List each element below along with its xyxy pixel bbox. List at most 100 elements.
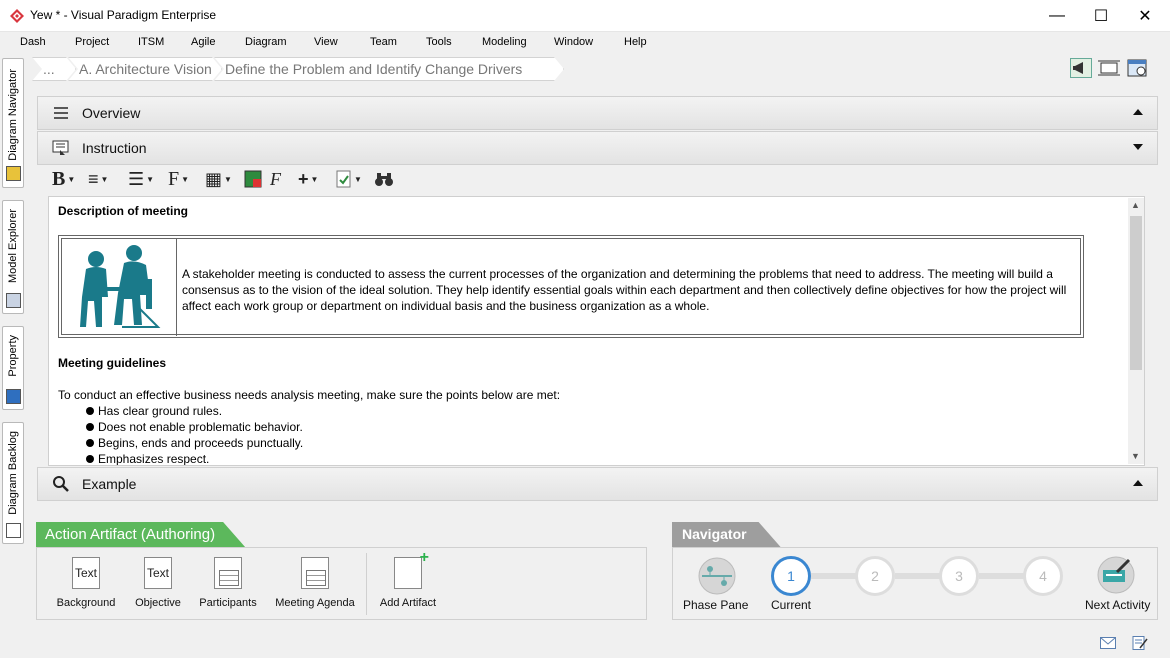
list-item: Begins, ends and proceeds punctually. xyxy=(86,436,303,450)
menu-lines-icon xyxy=(54,107,68,119)
step-3[interactable]: 3 xyxy=(939,556,979,596)
minimize-icon[interactable]: — xyxy=(1034,0,1080,32)
maximize-icon[interactable]: ☐ xyxy=(1078,0,1124,32)
align-icon[interactable]: ≡ ▼ xyxy=(88,168,108,190)
instruction-editor[interactable]: Description of meeting A stakeholder mee… xyxy=(48,196,1145,466)
table-document-icon xyxy=(214,557,242,589)
image-icon[interactable] xyxy=(244,168,262,190)
instruction-icon xyxy=(52,140,69,155)
model-explorer-icon xyxy=(6,293,21,308)
instruction-panel-header[interactable]: Instruction xyxy=(37,131,1158,165)
description-heading: Description of meeting xyxy=(58,204,189,218)
expand-arrow-icon[interactable] xyxy=(1133,144,1143,150)
example-title: Example xyxy=(82,476,137,492)
tab-diagram-navigator[interactable]: Diagram Navigator xyxy=(2,58,24,188)
list-icon[interactable]: ☰ ▼ xyxy=(128,168,154,190)
example-panel-header[interactable]: Example xyxy=(37,467,1158,501)
spellcheck-icon[interactable]: ▼ xyxy=(336,168,362,190)
collapse-arrow-icon[interactable] xyxy=(1133,480,1143,486)
property-icon xyxy=(6,389,21,404)
tab-label: Diagram Backlog xyxy=(7,431,19,515)
instruction-title: Instruction xyxy=(82,140,147,156)
collapse-arrow-icon[interactable] xyxy=(1133,109,1143,115)
diagram-backlog-icon xyxy=(6,523,21,538)
window-layout-icon[interactable] xyxy=(1126,58,1148,78)
guidelines-intro: To conduct an effective business needs a… xyxy=(58,388,561,402)
formula-icon[interactable]: F xyxy=(270,168,281,190)
next-activity-label[interactable]: Next Activity xyxy=(1085,598,1150,612)
phase-pane-label[interactable]: Phase Pane xyxy=(683,598,748,612)
insert-icon[interactable]: + ▼ xyxy=(298,168,318,190)
step-connector xyxy=(979,573,1027,579)
meeting-illustration xyxy=(62,239,177,336)
scroll-down-icon[interactable]: ▼ xyxy=(1131,451,1140,461)
navigator-title: Navigator xyxy=(672,522,781,547)
find-binoculars-icon[interactable] xyxy=(374,168,394,190)
menu-project[interactable]: Project xyxy=(75,36,109,48)
description-text: A stakeholder meeting is conducted to as… xyxy=(182,267,1067,313)
step-connector xyxy=(895,573,943,579)
app-logo-icon xyxy=(10,9,24,23)
scroll-up-icon[interactable]: ▲ xyxy=(1131,200,1140,210)
next-activity-icon[interactable] xyxy=(1097,556,1135,594)
text-document-icon: Text xyxy=(72,557,100,589)
breadcrumb-activity[interactable]: Define the Problem and Identify Change D… xyxy=(214,57,564,81)
bold-icon[interactable]: B ▼ xyxy=(52,168,75,190)
breadcrumb-ellipsis[interactable]: ... xyxy=(32,57,76,81)
menu-help[interactable]: Help xyxy=(624,36,647,48)
font-icon[interactable]: F ▼ xyxy=(168,168,189,190)
tab-label: Model Explorer xyxy=(7,209,19,283)
menu-agile[interactable]: Agile xyxy=(191,36,215,48)
guidelines-heading: Meeting guidelines xyxy=(58,356,167,370)
description-table: A stakeholder meeting is conducted to as… xyxy=(58,235,1084,338)
artifact-label: Meeting Agenda xyxy=(275,597,355,609)
tab-diagram-backlog[interactable]: Diagram Backlog xyxy=(2,422,24,544)
menu-tools[interactable]: Tools xyxy=(426,36,452,48)
tab-property[interactable]: Property xyxy=(2,326,24,410)
close-icon[interactable]: ✕ xyxy=(1122,0,1168,32)
artifact-label: Participants xyxy=(199,597,257,609)
step-connector xyxy=(811,573,859,579)
artifact-background[interactable]: Text Background xyxy=(50,557,122,609)
tab-label: Property xyxy=(7,335,19,377)
menu-modeling[interactable]: Modeling xyxy=(482,36,527,48)
add-artifact-button[interactable]: + Add Artifact xyxy=(372,550,444,610)
phase-pane-icon[interactable] xyxy=(698,557,736,595)
breadcrumb-phase[interactable]: A. Architecture Vision xyxy=(68,57,222,81)
mail-icon[interactable] xyxy=(1100,636,1116,650)
announce-icon[interactable] xyxy=(1070,58,1092,78)
step-2[interactable]: 2 xyxy=(855,556,895,596)
search-icon xyxy=(53,476,69,492)
tab-model-explorer[interactable]: Model Explorer xyxy=(2,200,24,314)
add-artifact-label: Add Artifact xyxy=(379,597,437,609)
overview-panel-header[interactable]: Overview xyxy=(37,96,1158,130)
diagram-navigator-icon xyxy=(6,166,21,181)
artifact-participants[interactable]: Participants xyxy=(192,557,264,609)
current-step-label: Current xyxy=(771,598,812,612)
menu-team[interactable]: Team xyxy=(370,36,397,48)
artifact-separator xyxy=(366,553,367,615)
artifact-objective[interactable]: Text Objective xyxy=(122,557,194,609)
editor-toolbar: B ▼ ≡ ▼ ☰ ▼ F ▼ ▦ ▼ F + ▼ ▼ xyxy=(48,166,1148,192)
note-edit-icon[interactable] xyxy=(1132,636,1148,650)
menu-window[interactable]: Window xyxy=(554,36,593,48)
overview-title: Overview xyxy=(82,105,141,121)
scrollbar-thumb[interactable] xyxy=(1130,216,1142,370)
action-artifact-title: Action Artifact (Authoring) xyxy=(36,522,245,547)
menu-view[interactable]: View xyxy=(314,36,338,48)
artifact-meeting-agenda[interactable]: Meeting Agenda xyxy=(270,557,360,609)
list-item: Does not enable problematic behavior. xyxy=(86,420,303,434)
table-document-icon xyxy=(301,557,329,589)
title-bar: Yew * - Visual Paradigm Enterprise — ☐ ✕ xyxy=(0,0,1170,32)
add-document-icon: + xyxy=(394,550,429,589)
step-1[interactable]: 1 xyxy=(771,556,811,596)
artifact-label: Background xyxy=(56,597,116,609)
menu-dash[interactable]: Dash xyxy=(20,36,46,48)
fit-width-icon[interactable] xyxy=(1098,58,1120,78)
table-icon[interactable]: ▦ ▼ xyxy=(205,168,232,190)
tab-label: Diagram Navigator xyxy=(7,69,19,161)
menu-diagram[interactable]: Diagram xyxy=(245,36,287,48)
step-4[interactable]: 4 xyxy=(1023,556,1063,596)
text-document-icon: Text xyxy=(144,557,172,589)
menu-itsm[interactable]: ITSM xyxy=(138,36,164,48)
